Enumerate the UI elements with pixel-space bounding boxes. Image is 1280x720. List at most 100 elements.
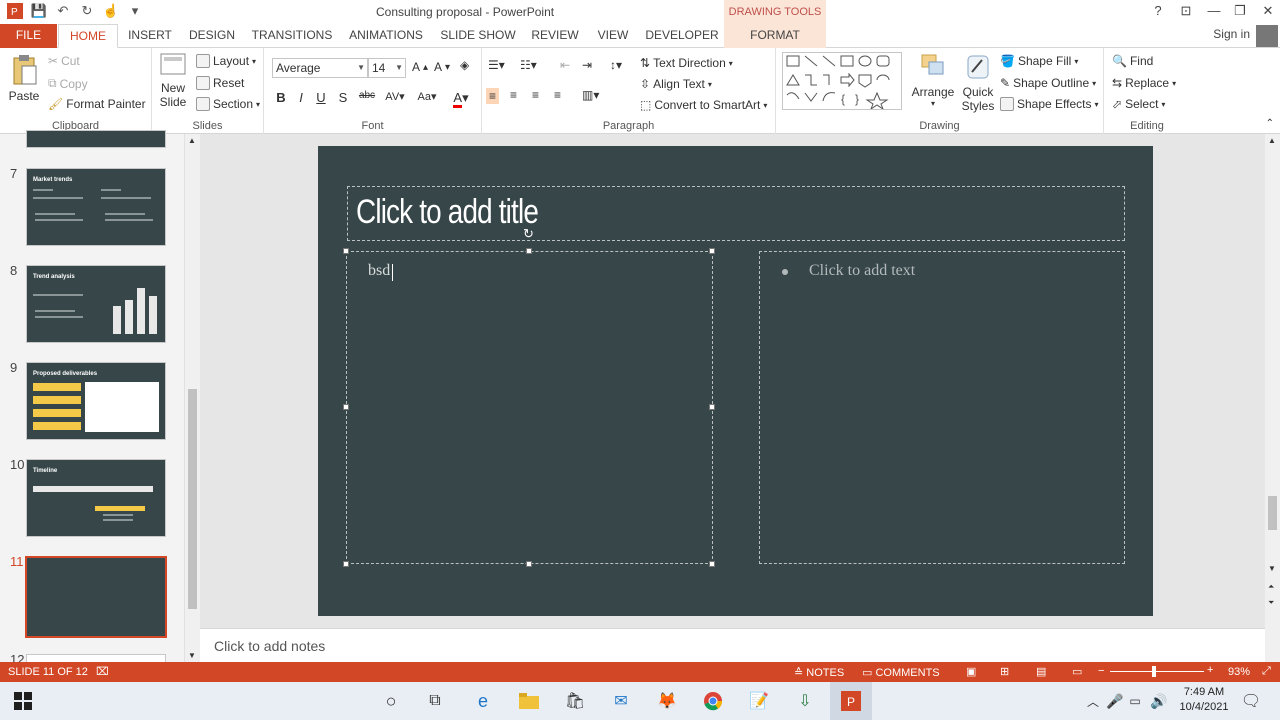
- tab-animations[interactable]: ANIMATIONS: [344, 24, 428, 48]
- align-left-icon[interactable]: ≡: [486, 88, 500, 104]
- chrome-icon[interactable]: [702, 690, 724, 712]
- tab-slide-show[interactable]: SLIDE SHOW: [438, 24, 518, 48]
- task-view-icon[interactable]: ⧉: [424, 690, 446, 712]
- resize-handle[interactable]: [526, 561, 532, 567]
- microphone-icon[interactable]: 🎤: [1104, 690, 1126, 712]
- system-tray-chevron-icon[interactable]: ︿: [1082, 690, 1104, 712]
- line-spacing-icon[interactable]: ↕▾: [610, 58, 622, 72]
- align-center-icon[interactable]: ≡: [510, 88, 517, 102]
- format-painter-button[interactable]: 🖌 Format Painter: [48, 97, 146, 111]
- reset-button[interactable]: Reset: [196, 76, 244, 90]
- customize-qat-icon[interactable]: ▾: [126, 2, 144, 20]
- strikethrough-icon[interactable]: abc: [356, 90, 378, 101]
- align-text-button[interactable]: ⇳ Align Text ▾: [640, 77, 712, 91]
- volume-icon[interactable]: 🔊: [1148, 690, 1170, 712]
- slide-sorter-icon[interactable]: ⊞: [1000, 665, 1009, 678]
- network-icon[interactable]: ▭: [1124, 690, 1146, 712]
- powerpoint-taskbar-icon[interactable]: P: [840, 690, 862, 712]
- next-slide-icon[interactable]: ⏷: [1268, 598, 1274, 608]
- font-size-input[interactable]: 14 ▼: [368, 58, 406, 78]
- replace-button[interactable]: ⇆ Replace ▾: [1112, 76, 1176, 90]
- notes-pane[interactable]: Click to add notes: [200, 628, 1265, 662]
- mail-icon[interactable]: ✉: [610, 690, 632, 712]
- redo-icon[interactable]: ↻: [78, 2, 96, 20]
- sign-in-link[interactable]: Sign in: [1213, 27, 1250, 41]
- cut-button[interactable]: ✂ Cut: [48, 54, 80, 68]
- zoom-in-icon[interactable]: +: [1207, 664, 1213, 676]
- tab-format[interactable]: FORMAT: [724, 24, 826, 48]
- text-direction-button[interactable]: ⇅ Text Direction ▾: [640, 56, 733, 70]
- copy-button[interactable]: ⧉ Copy: [48, 76, 88, 91]
- clear-formatting-icon[interactable]: ◈: [460, 58, 469, 72]
- rotate-handle-icon[interactable]: ↻: [523, 226, 534, 242]
- character-spacing-icon[interactable]: AV▾: [382, 90, 408, 103]
- zoom-level[interactable]: 93%: [1228, 666, 1250, 678]
- decrease-indent-icon[interactable]: ⇤: [560, 58, 570, 72]
- file-explorer-icon[interactable]: [518, 690, 540, 712]
- comments-button[interactable]: ▭ COMMENTS: [862, 666, 940, 679]
- slide-thumbnail-6[interactable]: [26, 130, 166, 148]
- right-content-placeholder[interactable]: [759, 251, 1125, 564]
- slide-thumbnail-8[interactable]: Trend analysis: [26, 265, 166, 343]
- slide-thumbnail-9[interactable]: Proposed deliverables: [26, 362, 166, 440]
- previous-slide-icon[interactable]: ⏶: [1268, 582, 1274, 592]
- notes-placeholder[interactable]: Click to add notes: [214, 638, 325, 654]
- arrange-button[interactable]: Arrange ▾: [910, 52, 956, 108]
- tab-insert[interactable]: INSERT: [122, 24, 178, 48]
- justify-icon[interactable]: ≡: [554, 88, 561, 102]
- increase-indent-icon[interactable]: ⇥: [582, 58, 592, 72]
- canvas-scrollbar[interactable]: ▲ ▼ ⏶ ⏷: [1265, 134, 1280, 662]
- tab-review[interactable]: REVIEW: [528, 24, 582, 48]
- slide-thumbnail-10[interactable]: Timeline: [26, 459, 166, 537]
- spelling-icon[interactable]: ⌧: [96, 665, 109, 678]
- zoom-slider[interactable]: [1110, 671, 1204, 672]
- notifications-icon[interactable]: 🗨: [1240, 690, 1262, 712]
- shape-fill-button[interactable]: 🪣 Shape Fill ▾: [1000, 54, 1078, 68]
- notepad-icon[interactable]: 📝: [748, 690, 770, 712]
- search-icon[interactable]: ○: [380, 690, 402, 712]
- convert-smartart-button[interactable]: ⬚ Convert to SmartArt ▾: [640, 98, 767, 112]
- scroll-up-icon[interactable]: ▲: [188, 136, 196, 145]
- underline-icon[interactable]: U: [312, 90, 330, 105]
- scrollbar-thumb[interactable]: [188, 389, 197, 609]
- ribbon-display-icon[interactable]: ⊡: [1172, 0, 1200, 24]
- avatar[interactable]: [1256, 25, 1278, 47]
- font-name-input[interactable]: Average ▼: [272, 58, 368, 78]
- clock[interactable]: 7:49 AM 10/4/2021: [1178, 686, 1230, 713]
- left-content-box-selected[interactable]: [346, 251, 713, 564]
- scrollbar-thumb[interactable]: [1268, 496, 1277, 530]
- store-icon[interactable]: 🛍: [564, 690, 586, 712]
- fit-slide-icon[interactable]: ⤢: [1262, 665, 1271, 678]
- resize-handle[interactable]: [343, 404, 349, 410]
- edge-browser-icon[interactable]: e: [472, 690, 494, 712]
- select-button[interactable]: ⬀ Select ▾: [1112, 97, 1165, 111]
- bold-icon[interactable]: B: [272, 90, 290, 105]
- shapes-gallery[interactable]: {}: [782, 52, 902, 111]
- resize-handle[interactable]: [709, 561, 715, 567]
- resize-handle[interactable]: [709, 404, 715, 410]
- collapse-ribbon-icon[interactable]: ⌃: [1266, 118, 1274, 129]
- align-right-icon[interactable]: ≡: [532, 88, 539, 102]
- firefox-icon[interactable]: 🦊: [656, 690, 678, 712]
- minimize-button[interactable]: —: [1200, 0, 1228, 24]
- close-button[interactable]: ✕: [1254, 0, 1280, 24]
- tab-home[interactable]: HOME: [58, 24, 118, 48]
- zoom-out-icon[interactable]: −: [1098, 665, 1104, 677]
- numbering-icon[interactable]: ☷▾: [520, 58, 537, 72]
- tab-transitions[interactable]: TRANSITIONS: [250, 24, 334, 48]
- change-case-icon[interactable]: Aa▾: [414, 90, 440, 103]
- normal-view-icon[interactable]: ▣: [966, 665, 976, 678]
- thumbnails-scrollbar[interactable]: ▲ ▼: [184, 134, 200, 662]
- shape-effects-button[interactable]: Shape Effects ▾: [1000, 97, 1099, 111]
- reading-view-icon[interactable]: ▤: [1036, 665, 1046, 678]
- layout-button[interactable]: Layout ▾: [196, 54, 256, 68]
- italic-icon[interactable]: I: [292, 90, 310, 105]
- shadow-icon[interactable]: S: [334, 90, 352, 105]
- scroll-up-icon[interactable]: ▲: [1268, 136, 1276, 145]
- slide-thumbnail-7[interactable]: Market trends: [26, 168, 166, 246]
- tab-design[interactable]: DESIGN: [184, 24, 240, 48]
- increase-font-icon[interactable]: A ▴: [412, 60, 428, 74]
- resize-handle[interactable]: [709, 248, 715, 254]
- help-button[interactable]: ?: [1144, 0, 1172, 24]
- paste-button[interactable]: Paste: [6, 54, 42, 103]
